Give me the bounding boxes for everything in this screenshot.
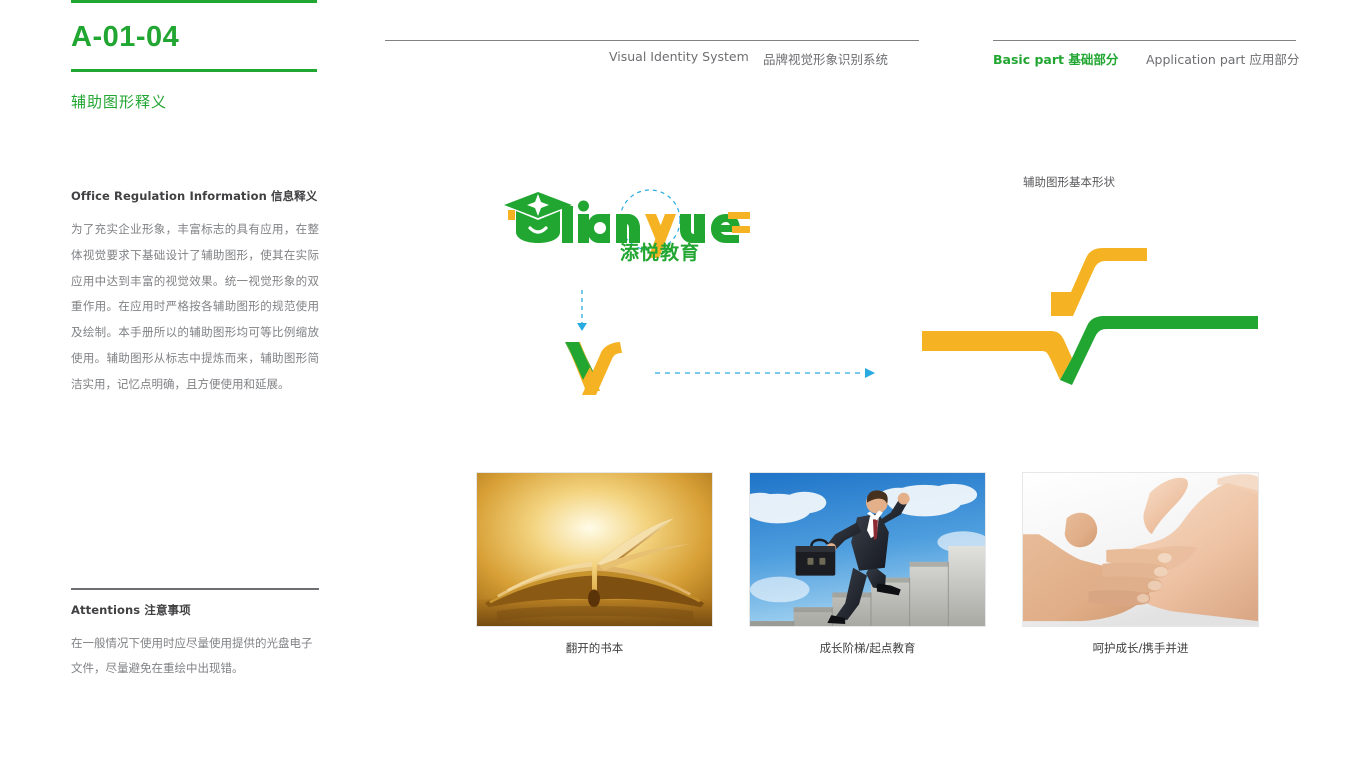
upper-orange-swoosh (1051, 248, 1147, 316)
attentions-body: 在一般情况下使用时应尽量使用提供的光盘电子文件，尽量避免在重绘中出现错。 (71, 635, 313, 676)
graphic-extraction-diagram (560, 285, 900, 395)
photo-caption: 成长阶梯/起点教育 (819, 641, 916, 655)
info-body: 为了充实企业形象，丰富标志的具有应用，在整体视觉要求下基础设计了辅助图形，使其在… (71, 222, 319, 391)
right-arrow-dashed-icon (655, 368, 875, 378)
logo-caption-cn: 添悦教育 (620, 242, 701, 264)
down-arrow-dashed-icon (577, 290, 587, 331)
header-rule-left (385, 40, 919, 41)
header-application-part[interactable]: Application part 应用部分 (1146, 49, 1299, 68)
section-title: 辅助图形释义 (71, 93, 168, 111)
businessman-climbing-stairs-photo (749, 472, 986, 627)
header-visual-identity-en: Visual Identity System (609, 49, 749, 64)
photo-gallery: 翻开的书本 成长阶梯/起点教育 呵护成长/携手并进 (476, 472, 1259, 655)
open-book-photo (476, 472, 713, 627)
office-regulation-information-block: Office Regulation Information 信息释义 为了充实企… (71, 188, 319, 398)
header-visual-identity-cn: 品牌视觉形象识别系统 (763, 52, 889, 67)
photo-cell-climbing-stairs: 成长阶梯/起点教育 (749, 472, 986, 656)
info-heading: Office Regulation Information 信息释义 (71, 189, 318, 203)
page-code: A-01-04 (71, 21, 180, 53)
photo-caption: 呵护成长/携手并进 (1092, 641, 1189, 655)
header-rule-right (993, 40, 1296, 41)
photo-cell-open-book: 翻开的书本 (476, 472, 713, 656)
shapes-title: 辅助图形基本形状 (1023, 175, 1115, 189)
extracted-y-mark (565, 342, 622, 395)
left-sidebar: A-01-04 辅助图形释义 Office Regulation Informa… (71, 0, 319, 768)
attentions-block: Attentions 注意事项 在一般情况下使用时应尽量使用提供的光盘电子文件，… (71, 588, 319, 682)
photo-caption: 翻开的书本 (565, 641, 624, 655)
adult-and-child-hands-photo (1022, 472, 1259, 627)
attentions-heading: Attentions 注意事项 (71, 602, 191, 617)
attentions-rule (71, 588, 319, 590)
photo-cell-hands: 呵护成长/携手并进 (1022, 472, 1259, 656)
lower-orange-green-swoosh (922, 316, 1258, 385)
cap-tassel-icon (508, 210, 515, 220)
header-basic-part[interactable]: Basic part 基础部分 (993, 49, 1118, 68)
auxiliary-shapes-graphic (900, 230, 1300, 390)
